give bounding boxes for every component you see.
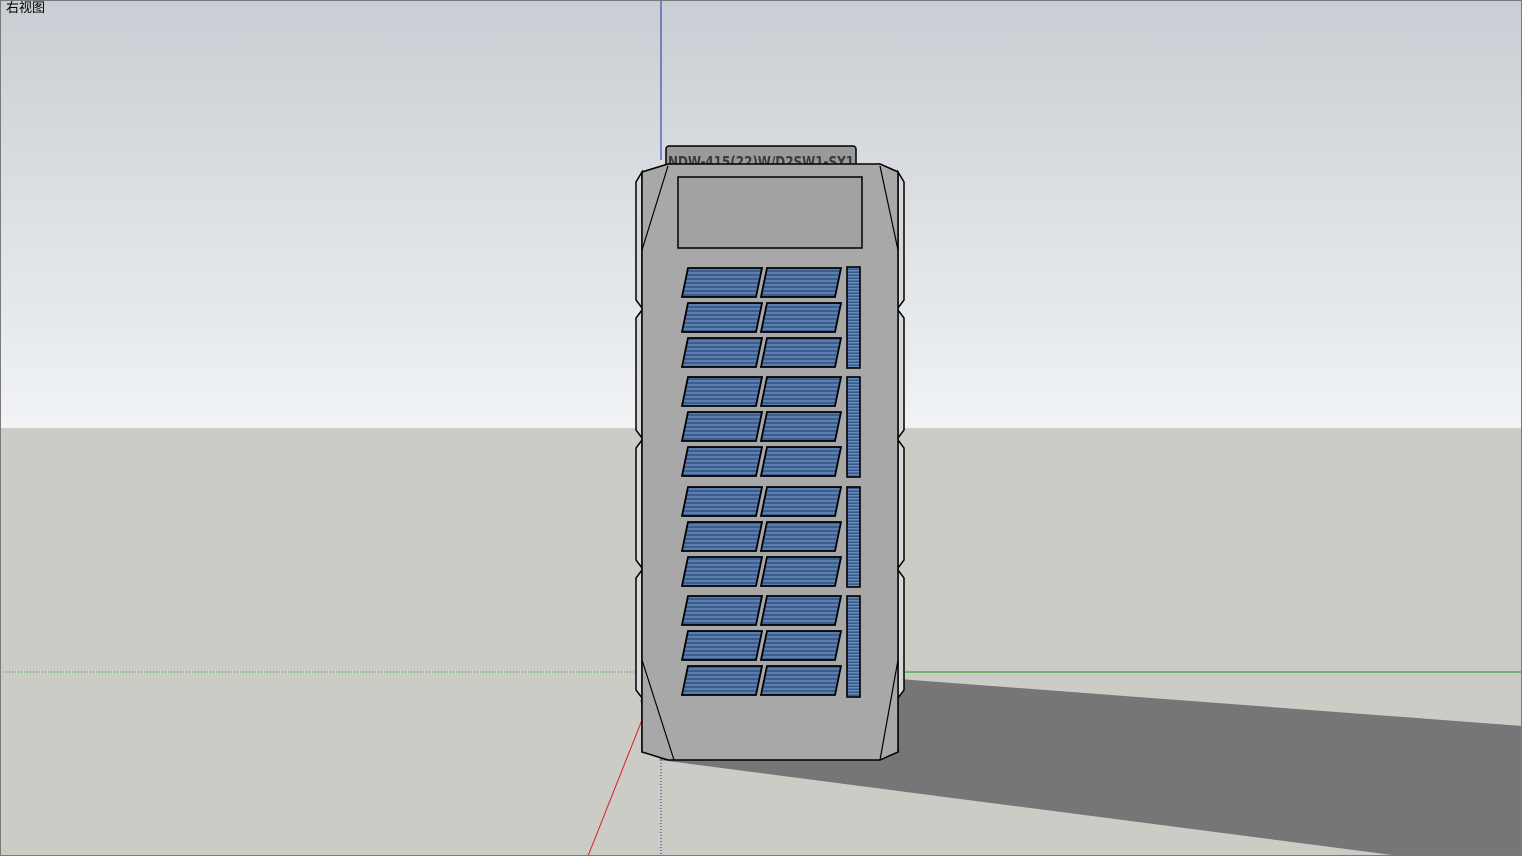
window-pane xyxy=(759,267,843,298)
window-pane xyxy=(759,302,843,333)
window-pane xyxy=(680,665,764,696)
window-pane xyxy=(759,411,843,442)
modeling-viewport[interactable]: NDW-415(22)W/D2SW1-SY1 右视图 xyxy=(0,0,1522,856)
glass-strip xyxy=(846,376,861,478)
window-pane xyxy=(680,411,764,442)
window-pane xyxy=(680,556,764,587)
window-pane xyxy=(680,337,764,368)
window-pane xyxy=(680,595,764,626)
window-pane xyxy=(759,556,843,587)
window-pane xyxy=(759,446,843,477)
window-pane xyxy=(759,337,843,368)
window-pane xyxy=(680,446,764,477)
window-pane xyxy=(680,376,764,407)
view-name-label: 右视图 xyxy=(6,1,46,16)
window-pane xyxy=(680,302,764,333)
window-pane xyxy=(680,521,764,552)
building-model[interactable]: NDW-415(22)W/D2SW1-SY1 xyxy=(635,145,905,761)
facade-sign-panel xyxy=(677,176,863,249)
glass-strip xyxy=(846,266,861,369)
window-pane xyxy=(680,486,764,517)
window-pane xyxy=(759,665,843,696)
window-pane xyxy=(759,376,843,407)
window-pane xyxy=(759,486,843,517)
window-pane xyxy=(759,630,843,661)
window-pane xyxy=(759,595,843,626)
window-pane xyxy=(680,630,764,661)
window-pane xyxy=(680,267,764,298)
3d-scene[interactable]: NDW-415(22)W/D2SW1-SY1 xyxy=(0,0,1522,856)
glass-strip xyxy=(846,486,861,588)
window-pane xyxy=(759,521,843,552)
glass-strip xyxy=(846,595,861,698)
